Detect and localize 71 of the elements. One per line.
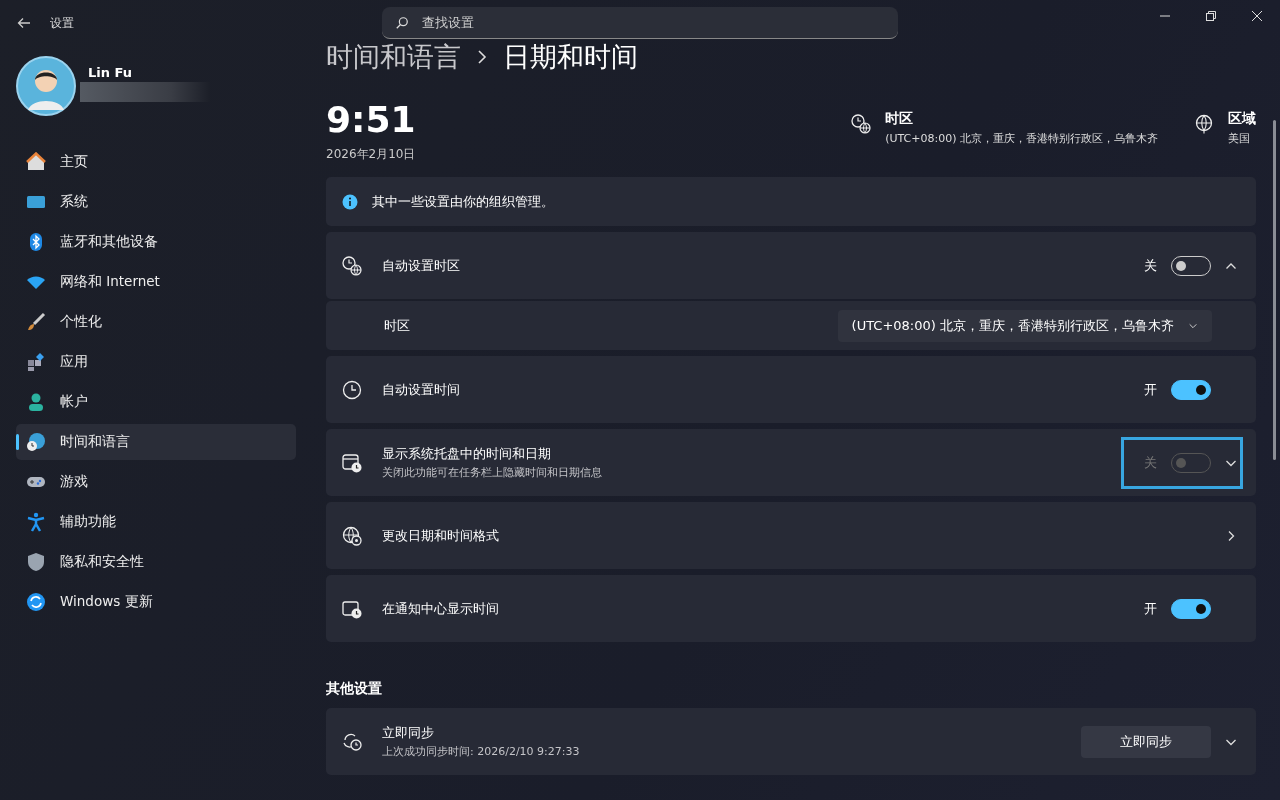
globe-icon — [1194, 114, 1214, 134]
setting-row[interactable]: 立即同步 上次成功同步时间: 2026/2/10 9:27:33 立即同步 — [326, 708, 1256, 775]
setting-row[interactable]: 更改日期和时间格式 — [326, 502, 1256, 569]
window-clock-icon — [342, 598, 362, 619]
clock-date: 2026年2月10日 — [326, 146, 416, 163]
apps-icon — [26, 352, 46, 372]
toggle-switch[interactable] — [1171, 598, 1211, 619]
setting-title: 时区 — [384, 316, 410, 335]
window-title: 设置 — [50, 14, 74, 32]
timezone-dropdown[interactable]: (UTC+08:00) 北京，重庆，香港特别行政区，乌鲁木齐 — [837, 309, 1212, 342]
nav-item[interactable]: 时间和语言 — [16, 424, 296, 460]
summary-value: 美国 — [1228, 131, 1251, 146]
search-field[interactable]: 查找设置 — [382, 7, 898, 39]
search-icon — [395, 16, 409, 30]
notice-text: 其中一些设置由你的组织管理。 — [372, 192, 554, 211]
restore-icon[interactable] — [1206, 11, 1216, 21]
setting-description: 上次成功同步时间: 2026/2/10 9:27:33 — [382, 744, 581, 759]
toggle-state-label: 关 — [1144, 453, 1157, 472]
setting-title: 在通知中心显示时间 — [382, 599, 500, 618]
setting-title: 更改日期和时间格式 — [382, 526, 500, 545]
nav-item[interactable]: 应用 — [16, 344, 296, 380]
clock-time: 9:51 — [326, 98, 416, 142]
setting-row[interactable]: 在通知中心显示时间 开 — [326, 575, 1256, 642]
setting-title: 显示系统托盘中的时间和日期 — [382, 445, 552, 463]
clock-globe-icon — [342, 255, 362, 276]
page-title: 日期和时间 — [503, 40, 638, 74]
setting-title: 立即同步 — [382, 724, 435, 742]
sync-icon — [26, 592, 46, 612]
summary-value: (UTC+08:00) 北京，重庆，香港特别行政区，乌鲁木齐 — [885, 131, 1158, 146]
globe-gear-icon — [342, 525, 362, 546]
person-icon — [26, 392, 46, 412]
nav-item[interactable]: 蓝牙和其他设备 — [16, 224, 296, 260]
setting-row[interactable]: 自动设置时区 关 — [326, 232, 1256, 299]
summary-label: 时区 — [885, 110, 915, 128]
setting-description: 关闭此功能可在任务栏上隐藏时间和日期信息 — [382, 465, 603, 480]
nav-item[interactable]: 网络和 Internet — [16, 264, 296, 300]
avatar — [16, 56, 76, 116]
nav-item[interactable]: 帐户 — [16, 384, 296, 420]
nav-item[interactable]: 隐私和安全性 — [16, 544, 296, 580]
nav-item[interactable]: 系统 — [16, 184, 296, 220]
clock-globe-icon — [851, 114, 872, 134]
summary-label: 区域 — [1228, 110, 1256, 128]
toggle-state-label: 关 — [1144, 256, 1157, 275]
setting-title: 自动设置时区 — [382, 256, 461, 275]
close-icon[interactable] — [1252, 11, 1262, 21]
clock-icon — [342, 379, 362, 400]
chevron-right-icon — [477, 49, 487, 65]
breadcrumb-link[interactable]: 时间和语言 — [326, 39, 461, 75]
user-name: Lin Fu — [87, 64, 133, 80]
accessibility-icon — [26, 512, 46, 532]
setting-row[interactable]: 自动设置时间 开 — [326, 356, 1256, 423]
sync-now-button[interactable]: 立即同步 — [1081, 725, 1211, 758]
toggle-state-label: 开 — [1144, 380, 1157, 399]
toggle-state-label: 开 — [1144, 599, 1157, 618]
globe-clock-icon — [26, 432, 46, 452]
nav-item[interactable]: 主页 — [16, 144, 296, 180]
scrollbar[interactable] — [1273, 120, 1276, 460]
nav-item[interactable]: 个性化 — [16, 304, 296, 340]
nav-item[interactable]: 游戏 — [16, 464, 296, 500]
calendar-clock-icon — [342, 452, 362, 473]
brush-icon — [26, 312, 46, 332]
toggle-switch[interactable] — [1171, 379, 1211, 400]
home-icon — [26, 152, 46, 172]
nav-item[interactable]: 辅助功能 — [16, 504, 296, 540]
shield-icon — [26, 552, 46, 572]
section-heading: 其他设置 — [326, 680, 383, 698]
sync-clock-icon — [342, 731, 362, 752]
setting-title: 自动设置时间 — [382, 380, 461, 399]
back-icon[interactable] — [16, 15, 32, 31]
info-icon — [342, 193, 358, 210]
nav-item[interactable]: Windows 更新 — [16, 584, 296, 620]
